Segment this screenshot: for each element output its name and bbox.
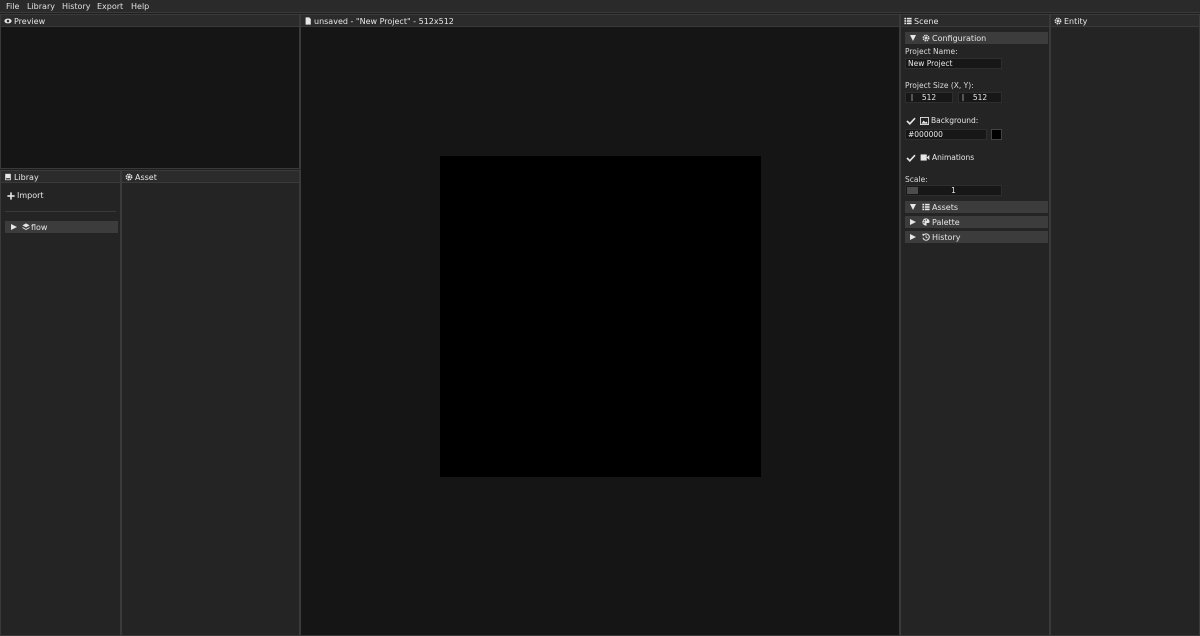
tree-item-label: flow (31, 223, 48, 232)
menu-export[interactable]: Export (97, 2, 123, 11)
viewport-header: unsaved - "New Project" - 512x512 (301, 15, 899, 27)
background-color-swatch[interactable] (991, 129, 1002, 140)
project-canvas[interactable] (440, 156, 761, 477)
section-history[interactable]: History (905, 231, 1048, 243)
section-label: Assets (932, 203, 959, 212)
background-checkbox[interactable] (906, 117, 916, 125)
background-color-input[interactable]: #000000 (905, 129, 987, 140)
size-x-input[interactable]: 512 (905, 92, 953, 103)
size-x-value: 512 (921, 93, 937, 102)
viewport-area[interactable] (301, 27, 899, 635)
asset-header: Asset (122, 171, 299, 183)
background-toggle[interactable]: Background: (920, 116, 978, 125)
section-palette[interactable]: Palette (905, 216, 1048, 228)
scene-header: Scene (901, 15, 1049, 27)
import-button[interactable]: Import (7, 190, 44, 201)
size-y-input[interactable]: 512 (958, 92, 1002, 103)
gear-icon (922, 34, 930, 42)
animations-toggle[interactable]: Animations (920, 153, 974, 162)
caret-down-icon[interactable] (910, 204, 916, 210)
menu-library[interactable]: Library (27, 2, 55, 11)
scale-slider[interactable]: 1 (905, 185, 1002, 196)
caret-right-icon[interactable] (910, 234, 916, 240)
preview-panel: Preview (0, 14, 300, 169)
section-configuration[interactable]: Configuration (905, 32, 1048, 44)
entity-header: Entity (1051, 15, 1199, 27)
scale-label: Scale: (905, 175, 928, 184)
menu-history[interactable]: History (62, 2, 90, 11)
drag-handle[interactable] (911, 94, 913, 101)
scene-title: Scene (914, 17, 939, 26)
asset-panel: Asset (121, 170, 300, 636)
slider-handle[interactable] (907, 187, 918, 194)
gear-icon (1054, 17, 1062, 25)
preview-area (1, 27, 299, 168)
list-icon (904, 17, 912, 25)
section-label: History (932, 233, 961, 242)
book-icon (5, 173, 11, 181)
palette-icon (922, 218, 930, 226)
section-assets[interactable]: Assets (905, 201, 1048, 213)
project-size-label: Project Size (X, Y): (905, 81, 974, 90)
video-icon (920, 154, 930, 161)
entity-panel: Entity (1050, 14, 1200, 636)
drag-handle[interactable] (962, 94, 964, 101)
viewport-panel: unsaved - "New Project" - 512x512 (300, 14, 900, 636)
asset-title: Asset (135, 173, 157, 182)
caret-down-icon[interactable] (910, 35, 916, 41)
library-header: Libray (1, 171, 120, 183)
tree-item-flow[interactable]: flow (5, 221, 118, 233)
project-name-input[interactable]: New Project (905, 58, 1002, 69)
history-icon (922, 233, 930, 241)
layers-icon (22, 223, 30, 231)
background-label: Background: (931, 116, 979, 125)
viewport-title: unsaved - "New Project" - 512x512 (314, 17, 454, 26)
scale-value: 1 (951, 186, 956, 195)
plus-icon (7, 191, 15, 200)
caret-right-icon[interactable] (11, 223, 17, 230)
file-icon (305, 17, 311, 25)
caret-right-icon[interactable] (910, 219, 916, 225)
project-name-label: Project Name: (905, 47, 958, 56)
animations-label: Animations (932, 153, 975, 162)
entity-title: Entity (1064, 17, 1088, 26)
library-title: Libray (14, 173, 39, 182)
library-panel: Libray Import flow (0, 170, 121, 636)
size-y-value: 512 (972, 93, 988, 102)
scene-panel: Scene Configuration Project Name: New Pr… (900, 14, 1050, 636)
gear-icon (125, 173, 133, 181)
section-label: Configuration (932, 34, 987, 43)
preview-title: Preview (14, 17, 46, 26)
menu-bar: File Library History Export Help (0, 0, 1200, 13)
section-label: Palette (932, 218, 960, 227)
eye-icon (4, 18, 12, 24)
preview-header: Preview (1, 15, 299, 27)
menu-help[interactable]: Help (131, 2, 149, 11)
list-icon (922, 203, 930, 211)
image-icon (920, 116, 929, 125)
menu-file[interactable]: File (6, 2, 19, 11)
animations-checkbox[interactable] (906, 154, 916, 162)
import-label: Import (17, 191, 44, 200)
divider (5, 211, 116, 212)
